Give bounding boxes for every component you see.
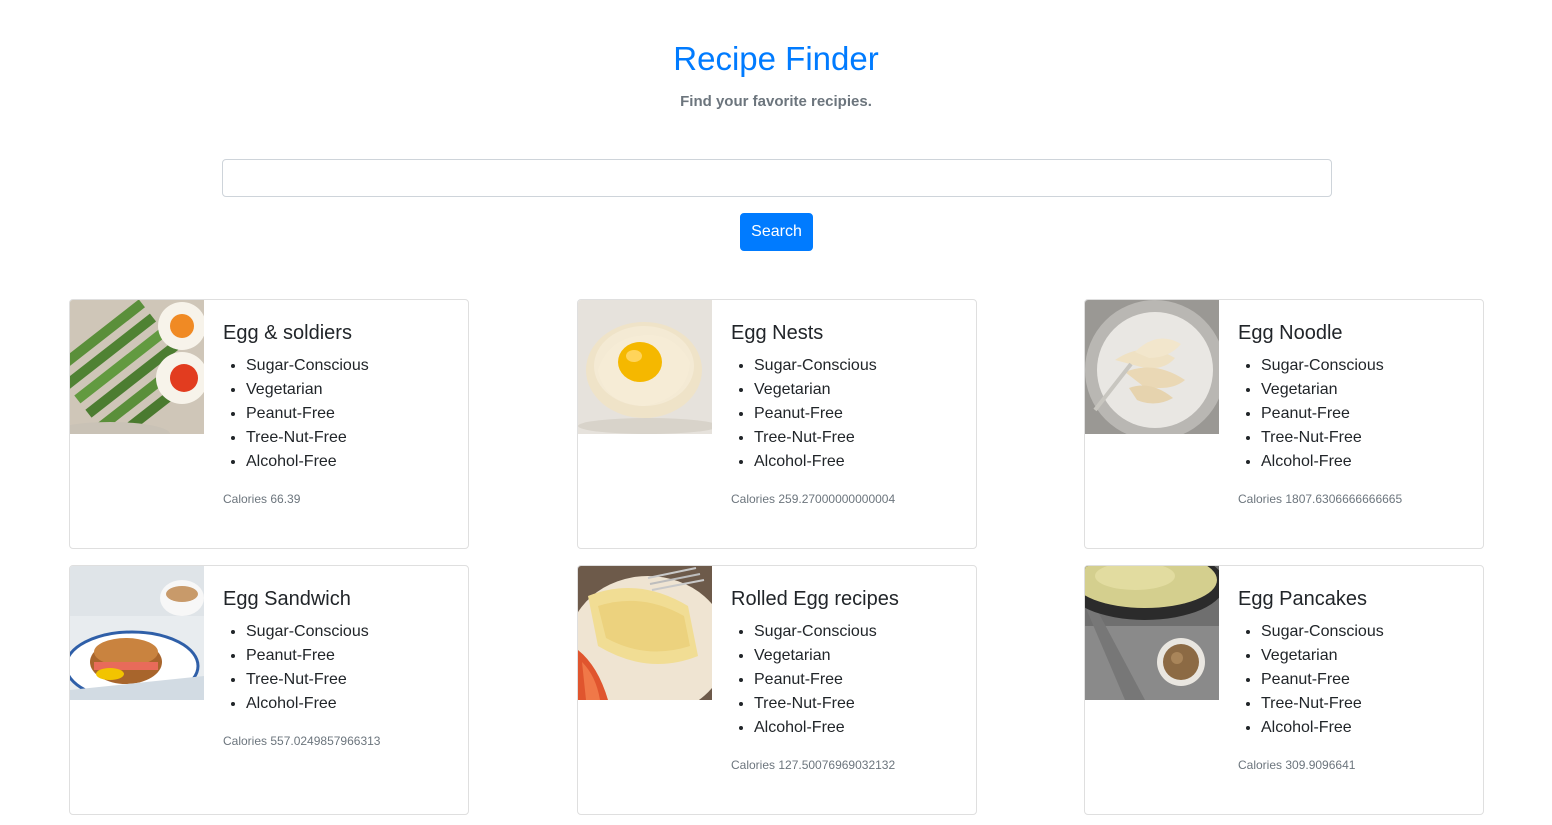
calories-text: Calories 557.0249857966313 xyxy=(223,734,381,748)
health-label: Tree-Nut-Free xyxy=(246,426,458,450)
health-labels-list: Sugar-Conscious Peanut-Free Tree-Nut-Fre… xyxy=(223,620,458,716)
calories-text: Calories 1807.6306666666665 xyxy=(1238,492,1403,506)
recipe-card[interactable]: Egg & soldiers Sugar-Conscious Vegetaria… xyxy=(69,299,469,549)
recipe-image xyxy=(1085,300,1219,434)
health-label: Tree-Nut-Free xyxy=(246,668,458,692)
recipe-image xyxy=(70,566,204,700)
calories-text: Calories 66.39 xyxy=(223,492,301,506)
recipe-image xyxy=(1085,566,1219,700)
health-label: Peanut-Free xyxy=(246,402,458,426)
health-labels-list: Sugar-Conscious Vegetarian Peanut-Free T… xyxy=(1238,620,1473,740)
recipe-title: Rolled Egg recipes xyxy=(731,588,899,610)
recipe-image xyxy=(578,566,712,700)
health-label: Tree-Nut-Free xyxy=(754,426,966,450)
health-label: Sugar-Conscious xyxy=(754,354,966,378)
recipe-title: Egg Pancakes xyxy=(1238,588,1367,610)
search-button[interactable]: Search xyxy=(740,213,813,251)
health-label: Vegetarian xyxy=(246,378,458,402)
page-title: Recipe Finder xyxy=(673,40,879,77)
health-label: Sugar-Conscious xyxy=(1261,620,1473,644)
health-label: Alcohol-Free xyxy=(246,692,458,716)
calories-text: Calories 127.50076969032132 xyxy=(731,758,896,772)
health-label: Peanut-Free xyxy=(1261,402,1473,426)
health-label: Tree-Nut-Free xyxy=(1261,426,1473,450)
health-label: Sugar-Conscious xyxy=(246,354,458,378)
health-label: Vegetarian xyxy=(1261,644,1473,668)
recipe-image xyxy=(578,300,712,434)
health-label: Vegetarian xyxy=(1261,378,1473,402)
health-label: Alcohol-Free xyxy=(246,450,458,474)
recipe-card[interactable]: Egg Pancakes Sugar-Conscious Vegetarian … xyxy=(1084,565,1484,815)
health-label: Alcohol-Free xyxy=(754,450,966,474)
recipe-title: Egg Noodle xyxy=(1238,322,1343,344)
health-label: Sugar-Conscious xyxy=(754,620,966,644)
health-label: Alcohol-Free xyxy=(1261,450,1473,474)
page-subtitle: Find your favorite recipies. xyxy=(680,93,872,110)
recipe-card[interactable]: Egg Noodle Sugar-Conscious Vegetarian Pe… xyxy=(1084,299,1484,549)
health-label: Peanut-Free xyxy=(246,644,458,668)
health-label: Peanut-Free xyxy=(1261,668,1473,692)
health-label: Alcohol-Free xyxy=(1261,716,1473,740)
recipe-card[interactable]: Egg Sandwich Sugar-Conscious Peanut-Free… xyxy=(69,565,469,815)
health-labels-list: Sugar-Conscious Vegetarian Peanut-Free T… xyxy=(1238,354,1473,474)
recipe-title: Egg Nests xyxy=(731,322,824,344)
health-labels-list: Sugar-Conscious Vegetarian Peanut-Free T… xyxy=(731,620,966,740)
health-label: Vegetarian xyxy=(754,378,966,402)
calories-text: Calories 309.9096641 xyxy=(1238,758,1356,772)
recipe-card[interactable]: Rolled Egg recipes Sugar-Conscious Veget… xyxy=(577,565,977,815)
health-labels-list: Sugar-Conscious Vegetarian Peanut-Free T… xyxy=(731,354,966,474)
health-label: Tree-Nut-Free xyxy=(1261,692,1473,716)
health-label: Sugar-Conscious xyxy=(1261,354,1473,378)
health-labels-list: Sugar-Conscious Vegetarian Peanut-Free T… xyxy=(223,354,458,474)
health-label: Tree-Nut-Free xyxy=(754,692,966,716)
recipe-title: Egg Sandwich xyxy=(223,588,351,610)
recipe-title: Egg & soldiers xyxy=(223,322,352,344)
health-label: Alcohol-Free xyxy=(754,716,966,740)
health-label: Peanut-Free xyxy=(754,402,966,426)
recipe-card[interactable]: Egg Nests Sugar-Conscious Vegetarian Pea… xyxy=(577,299,977,549)
health-label: Vegetarian xyxy=(754,644,966,668)
recipe-image xyxy=(70,300,204,434)
health-label: Sugar-Conscious xyxy=(246,620,458,644)
health-label: Peanut-Free xyxy=(754,668,966,692)
search-input[interactable] xyxy=(222,159,1332,197)
calories-text: Calories 259.27000000000004 xyxy=(731,492,896,506)
